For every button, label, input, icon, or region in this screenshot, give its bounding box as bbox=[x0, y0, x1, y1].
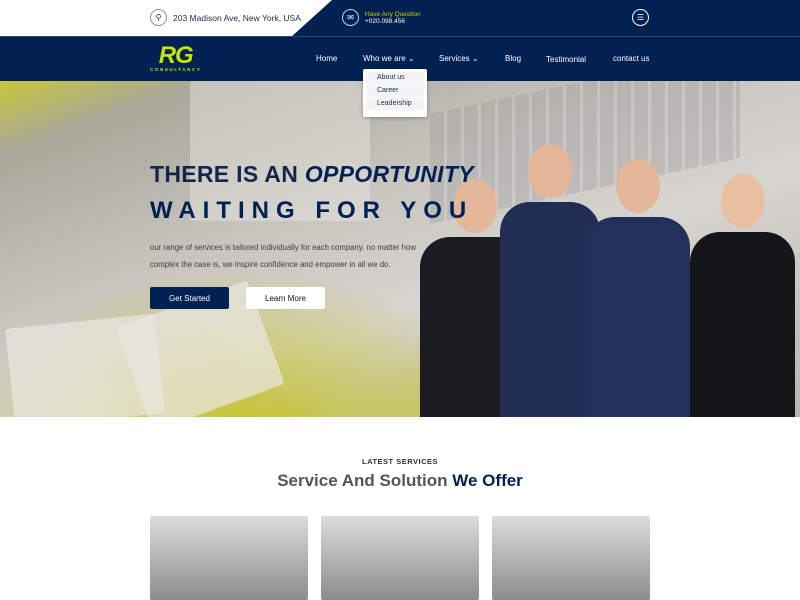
title-emphasis: We Offer bbox=[452, 471, 523, 490]
get-started-button[interactable]: Get Started bbox=[150, 287, 229, 309]
hero-description: our range of services is tailored indivi… bbox=[150, 243, 416, 269]
top-bar: ⚲ 203 Madison Ave, New York, USA ✉ Have An… bbox=[0, 0, 800, 36]
nav-testimonial[interactable]: Testimonial bbox=[546, 55, 586, 64]
service-card-image[interactable] bbox=[492, 516, 650, 600]
logo[interactable]: RG CONSULTANCY bbox=[150, 44, 201, 73]
menu-icon[interactable]: ☰ bbox=[632, 9, 649, 26]
nav-blog[interactable]: Blog bbox=[505, 54, 521, 63]
question-label: Have Any Question bbox=[365, 10, 421, 18]
heading-emphasis: OPPORTUNITY bbox=[304, 161, 474, 187]
nav-contact[interactable]: contact us bbox=[613, 54, 649, 63]
learn-more-button[interactable]: Learn More bbox=[246, 287, 325, 309]
dropdown-about-us[interactable]: About us bbox=[366, 72, 424, 84]
title-part: Service And Solution bbox=[277, 471, 453, 490]
nav-services[interactable]: Services ⌄ bbox=[439, 54, 479, 63]
person-image bbox=[585, 159, 690, 417]
nav-home[interactable]: Home bbox=[316, 54, 337, 63]
hero: THERE IS AN OPPORTUNITY WAITING FOR YOU … bbox=[0, 81, 800, 417]
heading-part: THERE IS AN bbox=[150, 161, 305, 187]
person-image bbox=[690, 174, 795, 417]
location-icon: ⚲ bbox=[150, 9, 167, 26]
dropdown-career[interactable]: Career bbox=[366, 85, 424, 97]
dropdown-leadership[interactable]: Leadership bbox=[366, 98, 424, 110]
phone: +020.098.456 bbox=[365, 17, 405, 25]
nav-who-we-are[interactable]: Who we are ⌄ bbox=[363, 54, 415, 63]
service-card-image[interactable] bbox=[150, 516, 308, 600]
service-card-image[interactable] bbox=[321, 516, 479, 600]
address: ⚲ 203 Madison Ave, New York, USA bbox=[150, 9, 301, 26]
address-text: 203 Madison Ave, New York, USA bbox=[173, 12, 301, 23]
services-subtitle: LATEST SERVICES bbox=[362, 457, 438, 466]
hero-heading-line1: THERE IS AN OPPORTUNITY bbox=[150, 161, 474, 188]
hero-heading-line2: WAITING FOR YOU bbox=[150, 197, 474, 224]
services-title: Service And Solution We Offer bbox=[0, 471, 800, 491]
who-we-are-dropdown: About us Career Leadership bbox=[363, 69, 427, 117]
mail-icon: ✉ bbox=[342, 9, 359, 26]
contact-info: ✉ Have Any Question +020.098.456 bbox=[342, 9, 421, 26]
